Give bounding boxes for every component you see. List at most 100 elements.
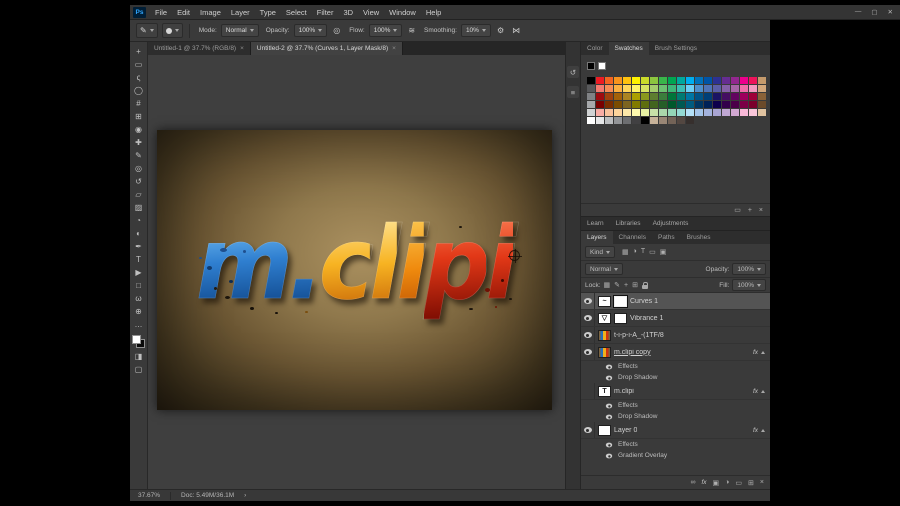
swatch[interactable] <box>722 93 730 100</box>
swatch[interactable] <box>740 109 748 116</box>
swatch[interactable] <box>749 93 757 100</box>
swatch[interactable] <box>668 109 676 116</box>
swatch[interactable] <box>749 109 757 116</box>
panel-tab-layers[interactable]: Layers <box>581 231 613 244</box>
layer-row[interactable]: ▽Vibrance 1 <box>581 310 770 327</box>
swatch[interactable] <box>623 93 631 100</box>
status-arrow-icon[interactable]: › <box>244 492 246 499</box>
swatch[interactable] <box>650 101 658 108</box>
swatch[interactable] <box>686 77 694 84</box>
swatch[interactable] <box>668 93 676 100</box>
swatch[interactable] <box>686 109 694 116</box>
swatch[interactable] <box>740 77 748 84</box>
effect-visibility-toggle[interactable] <box>603 361 615 372</box>
swatch[interactable] <box>731 77 739 84</box>
swatch[interactable] <box>731 101 739 108</box>
layer-effect-row[interactable]: Drop Shadow <box>581 372 770 383</box>
eyedropper-tool[interactable]: ◉ <box>131 123 147 136</box>
layer-effect-row[interactable]: Effects <box>581 400 770 411</box>
swatch[interactable] <box>614 85 622 92</box>
swatch[interactable] <box>632 117 640 124</box>
swatch[interactable] <box>605 117 613 124</box>
effect-visibility-toggle[interactable] <box>603 400 615 411</box>
swatch[interactable] <box>677 85 685 92</box>
swatch[interactable] <box>758 85 766 92</box>
swatch[interactable] <box>605 93 613 100</box>
add-layer-mask-icon[interactable]: ▣ <box>713 479 720 487</box>
swatch[interactable] <box>740 93 748 100</box>
menu-window[interactable]: Window <box>384 8 421 17</box>
filter-kind-select[interactable]: Kind <box>585 246 615 258</box>
zoom-level[interactable]: 37.67% <box>138 492 160 499</box>
swatch[interactable] <box>677 109 685 116</box>
swatch[interactable] <box>740 101 748 108</box>
swatch[interactable] <box>605 85 613 92</box>
zoom-tool[interactable]: ⊕ <box>131 305 147 318</box>
frame-tool[interactable]: ⊞ <box>131 110 147 123</box>
lock-pixels-icon[interactable]: ✎ <box>614 281 620 289</box>
layer-visibility-toggle[interactable] <box>581 293 595 309</box>
swatch[interactable] <box>695 77 703 84</box>
swatch[interactable] <box>677 117 685 124</box>
swatch[interactable] <box>596 109 604 116</box>
layer-effect-row[interactable]: Drop Shadow <box>581 411 770 422</box>
swatch[interactable] <box>722 109 730 116</box>
link-layers-icon[interactable]: ∞ <box>690 479 695 486</box>
swatch[interactable] <box>641 109 649 116</box>
menu-layer[interactable]: Layer <box>226 8 255 17</box>
swatch[interactable] <box>650 109 658 116</box>
swatch[interactable] <box>677 77 685 84</box>
swatch[interactable] <box>623 77 631 84</box>
layer-visibility-toggle[interactable] <box>581 422 595 438</box>
swatch[interactable] <box>587 93 595 100</box>
effect-visibility-toggle[interactable] <box>603 372 615 383</box>
healing-brush-tool[interactable]: ✚ <box>131 136 147 149</box>
layer-row[interactable]: ~Curves 1 <box>581 293 770 310</box>
panel-tab-brushes[interactable]: Brushes <box>681 231 717 244</box>
layer-effects-badge[interactable]: fx <box>753 388 768 395</box>
paint-symmetry-icon[interactable]: ⋈ <box>510 26 522 35</box>
panel-tab-swatches[interactable]: Swatches <box>609 42 649 55</box>
panel-tab-color[interactable]: Color <box>581 42 609 55</box>
swatch[interactable] <box>704 101 712 108</box>
swatch[interactable] <box>659 117 667 124</box>
swatch[interactable] <box>740 85 748 92</box>
lock-artboard-icon[interactable]: ⊞ <box>632 281 638 289</box>
swatch[interactable] <box>713 93 721 100</box>
lasso-tool[interactable]: ς <box>131 71 147 84</box>
swatch[interactable] <box>596 93 604 100</box>
swatch[interactable] <box>731 85 739 92</box>
blur-tool[interactable]: ◔ <box>131 214 147 227</box>
layer-row[interactable]: Layer 0fx <box>581 422 770 439</box>
swatch[interactable] <box>641 117 649 124</box>
delete-swatch-icon[interactable]: × <box>759 207 763 214</box>
swatch[interactable] <box>623 117 631 124</box>
menu-select[interactable]: Select <box>281 8 312 17</box>
panel-tab-learn[interactable]: Learn <box>581 217 610 230</box>
layer-row[interactable]: t-i-p-i-A_-(1TF/8 <box>581 327 770 344</box>
swatch[interactable] <box>659 85 667 92</box>
marquee-tool[interactable]: ▭ <box>131 58 147 71</box>
pressure-opacity-icon[interactable]: ◎ <box>331 26 342 35</box>
swatch[interactable] <box>632 101 640 108</box>
layer-effect-row[interactable]: Effects <box>581 361 770 372</box>
menu-file[interactable]: File <box>150 8 172 17</box>
menu-view[interactable]: View <box>358 8 384 17</box>
hand-tool[interactable]: ω <box>131 292 147 305</box>
quick-selection-tool[interactable]: ◯ <box>131 84 147 97</box>
swatch[interactable] <box>695 85 703 92</box>
swatch[interactable] <box>668 101 676 108</box>
swatch[interactable] <box>587 117 595 124</box>
effect-visibility-toggle[interactable] <box>603 439 615 450</box>
layer-opacity-select[interactable]: 100% <box>732 263 766 275</box>
delete-layer-icon[interactable]: × <box>760 479 764 486</box>
edit-toolbar-icon[interactable]: … <box>131 318 147 331</box>
swatch[interactable] <box>605 101 613 108</box>
swatch[interactable] <box>623 101 631 108</box>
shape-tool[interactable]: □ <box>131 279 147 292</box>
swatch[interactable] <box>749 77 757 84</box>
swatch[interactable] <box>650 85 658 92</box>
swatch[interactable] <box>641 85 649 92</box>
swatch[interactable] <box>677 101 685 108</box>
layer-row[interactable]: m.clipi copyfx <box>581 344 770 361</box>
